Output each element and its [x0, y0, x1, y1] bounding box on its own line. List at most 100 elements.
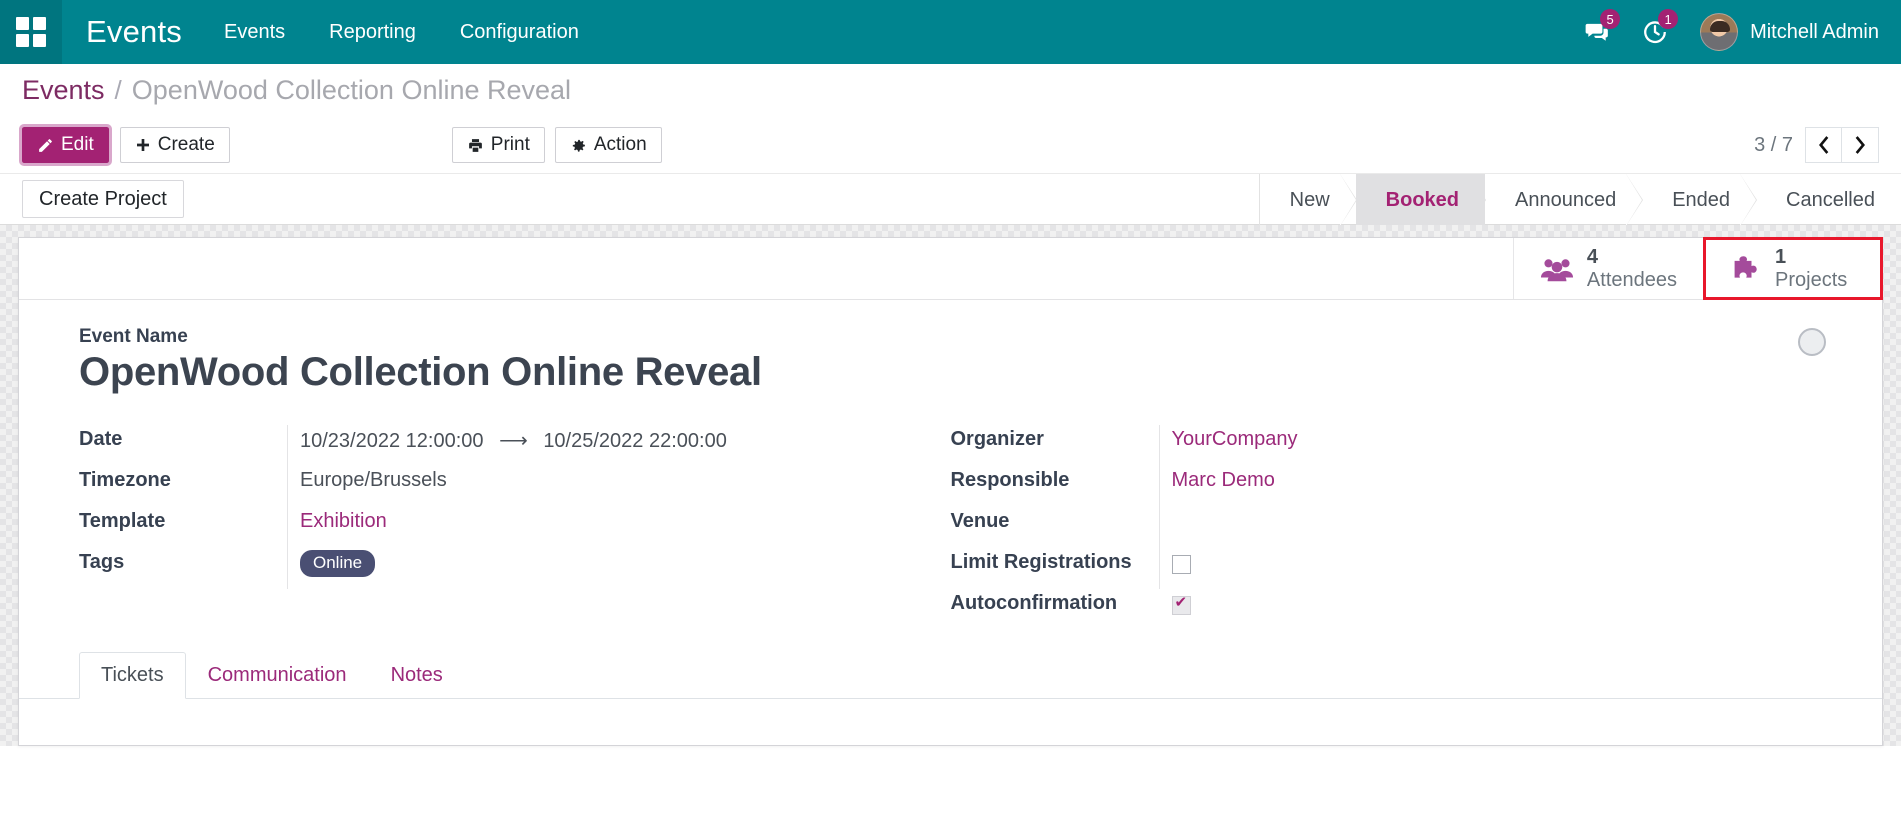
chevron-left-icon [1816, 135, 1831, 155]
create-project-button[interactable]: Create Project [22, 180, 184, 218]
user-menu-button[interactable]: Mitchell Admin [1684, 0, 1883, 64]
event-name-value[interactable]: OpenWood Collection Online Reveal [79, 350, 1822, 395]
field-timezone-value[interactable]: Europe/Brussels [287, 466, 951, 507]
field-autoconfirmation-label: Autoconfirmation [951, 589, 1159, 615]
stage-booked-label: Booked [1386, 189, 1459, 212]
event-name-label: Event Name [79, 326, 1822, 348]
field-venue-value[interactable] [1159, 507, 1823, 548]
stage-new[interactable]: New [1259, 174, 1356, 226]
field-limit-registrations-value [1159, 548, 1823, 589]
tag-chip-online[interactable]: Online [300, 550, 375, 577]
app-brand-events[interactable]: Events [62, 14, 202, 50]
printer-icon [467, 137, 484, 154]
field-date-label: Date [79, 425, 287, 451]
field-venue: Venue [951, 507, 1823, 548]
gear-icon [570, 137, 587, 154]
action-button[interactable]: Action [555, 127, 662, 163]
autoconfirmation-checkbox[interactable] [1172, 596, 1191, 615]
field-date-value[interactable]: 10/23/2022 12:00:00 ⟶ 10/25/2022 22:00:0… [287, 425, 951, 466]
activities-badge: 1 [1658, 9, 1678, 29]
messages-button[interactable]: 5 [1568, 0, 1626, 64]
stat-projects-label: Projects [1775, 269, 1847, 291]
print-button[interactable]: Print [452, 127, 545, 163]
pager-counter: 3 / 7 [1754, 134, 1793, 157]
stat-projects-text: 1 Projects [1775, 246, 1847, 291]
organizer-link[interactable]: YourCompany [1172, 428, 1298, 450]
messages-badge: 5 [1600, 9, 1620, 29]
field-responsible-value: Marc Demo [1159, 466, 1823, 507]
template-link[interactable]: Exhibition [300, 510, 387, 532]
action-button-label: Action [594, 134, 647, 156]
stat-attendees-label: Attendees [1587, 269, 1677, 291]
activities-button[interactable]: 1 [1626, 0, 1684, 64]
plus-icon [135, 137, 151, 153]
pencil-icon [37, 137, 54, 154]
field-responsible: Responsible Marc Demo [951, 466, 1823, 507]
field-organizer: Organizer YourCompany [951, 425, 1823, 466]
stat-button-projects[interactable]: 1 Projects [1703, 237, 1883, 300]
stat-attendees-value: 4 [1587, 246, 1677, 268]
field-limit-registrations: Limit Registrations [951, 548, 1823, 589]
form-column-left: Date 10/23/2022 12:00:00 ⟶ 10/25/2022 22… [79, 425, 951, 630]
pager: 3 / 7 [1754, 127, 1879, 163]
form-body: Event Name OpenWood Collection Online Re… [19, 300, 1882, 630]
field-template-value: Exhibition [287, 507, 951, 548]
main-menu: Events Reporting Configuration [202, 0, 601, 64]
breadcrumb-separator: / [115, 75, 122, 106]
avatar-placeholder-circle[interactable] [1798, 328, 1826, 356]
menu-item-reporting[interactable]: Reporting [307, 0, 438, 64]
stage-ended[interactable]: Ended [1642, 174, 1756, 226]
stage-cancelled-label: Cancelled [1786, 189, 1875, 212]
create-button[interactable]: Create [120, 127, 230, 163]
stage-booked[interactable]: Booked [1356, 174, 1485, 226]
breadcrumb-root-events[interactable]: Events [22, 75, 105, 106]
stage-announced[interactable]: Announced [1485, 174, 1642, 226]
tab-communication[interactable]: Communication [186, 652, 369, 699]
content-background: 4 Attendees 1 Projects Event Name [0, 225, 1901, 746]
breadcrumb-current-record: OpenWood Collection Online Reveal [132, 75, 571, 106]
field-tags-value: Online [287, 548, 951, 589]
pager-previous-button[interactable] [1805, 127, 1842, 163]
limit-registrations-checkbox[interactable] [1172, 555, 1191, 574]
stage-arrow-inner [1740, 174, 1756, 226]
print-button-label: Print [491, 134, 530, 156]
chevron-right-icon [1853, 135, 1868, 155]
stage-cancelled[interactable]: Cancelled [1756, 174, 1901, 226]
field-limit-registrations-label: Limit Registrations [951, 548, 1159, 574]
menu-item-configuration[interactable]: Configuration [438, 0, 601, 64]
statusbar: New Booked Announced Ended Cancelled [1259, 174, 1901, 226]
edit-button-label: Edit [61, 134, 94, 156]
stage-arrow-inner [1626, 174, 1642, 226]
form-columns: Date 10/23/2022 12:00:00 ⟶ 10/25/2022 22… [79, 425, 1822, 630]
users-group-icon [1540, 256, 1574, 282]
control-panel-actions: Print Action [452, 127, 662, 163]
stage-arrow-inner [1340, 174, 1356, 226]
pager-next-button[interactable] [1842, 127, 1879, 163]
user-name-label: Mitchell Admin [1750, 21, 1879, 44]
stat-button-box: 4 Attendees 1 Projects [19, 238, 1882, 300]
field-tags-label: Tags [79, 548, 287, 574]
field-timezone: Timezone Europe/Brussels [79, 466, 951, 507]
responsible-link[interactable]: Marc Demo [1172, 469, 1275, 491]
menu-item-events[interactable]: Events [202, 0, 307, 64]
stage-arrow-inner [1469, 174, 1485, 226]
stage-announced-label: Announced [1515, 189, 1616, 212]
field-date: Date 10/23/2022 12:00:00 ⟶ 10/25/2022 22… [79, 425, 951, 466]
field-timezone-label: Timezone [79, 466, 287, 492]
tab-tickets[interactable]: Tickets [79, 652, 186, 699]
record-sheet: 4 Attendees 1 Projects Event Name [18, 237, 1883, 746]
tab-notes[interactable]: Notes [369, 652, 465, 699]
stage-new-label: New [1290, 189, 1330, 212]
navbar-systray: 5 1 Mitchell Admin [1568, 0, 1883, 64]
apps-menu-button[interactable] [0, 0, 62, 64]
date-range-arrow-icon: ⟶ [489, 430, 538, 452]
top-navbar: Events Events Reporting Configuration 5 … [0, 0, 1901, 64]
stage-ended-label: Ended [1672, 189, 1730, 212]
edit-button[interactable]: Edit [22, 127, 109, 163]
field-autoconfirmation-value [1159, 589, 1823, 630]
stat-button-attendees[interactable]: 4 Attendees [1513, 238, 1703, 299]
field-organizer-label: Organizer [951, 425, 1159, 451]
puzzle-piece-icon [1730, 255, 1762, 283]
create-button-label: Create [158, 134, 215, 156]
control-panel: Edit Create Print Action 3 / 7 [0, 117, 1901, 173]
